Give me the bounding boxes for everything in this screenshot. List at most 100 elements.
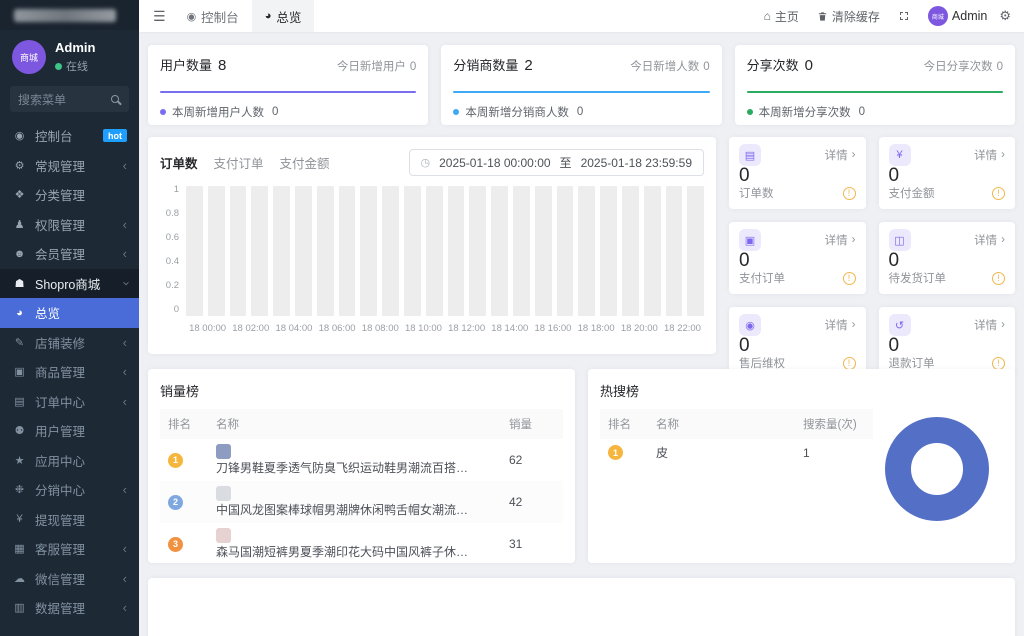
stat-box-header: ↺ 详情 › <box>888 314 1005 336</box>
sidebar-item-user-manage[interactable]: ⚉ 用户管理 <box>0 416 139 446</box>
legend-dot-icon <box>160 109 166 115</box>
chevron-right-icon: › <box>1001 234 1005 246</box>
chart-bar <box>643 186 661 316</box>
legend-value: 0 <box>576 106 584 118</box>
legend: 本周新增分享次数 0 <box>746 104 1003 120</box>
user-panel[interactable]: 商城 Admin 在线 <box>0 30 139 84</box>
sales-value: 31 <box>509 537 523 551</box>
sidebar-item-goods-manage[interactable]: ▣ 商品管理 ‹ <box>0 357 139 387</box>
product-thumbnail <box>216 528 231 543</box>
sidebar-item-order-center[interactable]: ▤ 订单中心 ‹ <box>0 387 139 417</box>
sidebar-item-label: 总览 <box>35 307 61 322</box>
content: 用户数量 8 今日新增用户 0 本周新增用户人数 0 分销商数量 2 今日新增人数 0 本周新增分销… <box>139 32 1024 636</box>
sidebar-item-category-manage[interactable]: ❖ 分类管理 <box>0 180 139 210</box>
detail-label: 详情 <box>974 320 998 332</box>
search-menu-input[interactable]: 搜索菜单 <box>10 86 129 112</box>
app-center-icon: ★ <box>14 454 25 467</box>
warning-icon[interactable]: ! <box>992 271 1005 285</box>
warning-icon[interactable]: ! <box>842 186 856 200</box>
table-row: 1 皮 1 <box>600 439 873 466</box>
x-tick-label: 18 02:00 <box>232 323 270 334</box>
home-link[interactable]: ⌂ 主页 <box>755 8 808 25</box>
today-new-label: 今日分享次数 <box>923 61 993 73</box>
order-chart-yaxis: 1 0.8 0.6 0.4 0.2 0 <box>160 185 186 316</box>
sidebar-item-console[interactable]: ◉ 控制台 hot <box>0 121 139 151</box>
chart-bar <box>229 186 247 316</box>
product-name[interactable]: 中国风龙图案棒球帽男潮牌休闲鸭舌帽女潮流百搭防晒遮阳太阳帽子 <box>216 501 474 518</box>
summary-card-value: 0 <box>804 57 814 74</box>
date-range-picker[interactable]: ◷ 2025-01-18 00:00:00 至 2025-01-18 23:59… <box>408 149 704 176</box>
order-chart-xaxis: 18 00:00 18 02:00 18 04:00 18 06:00 18 08:00… <box>186 323 704 334</box>
stat-box-footer: 待发货订单! <box>889 270 1005 286</box>
date-start-value[interactable]: 2025-01-18 00:00:00 <box>439 156 550 170</box>
data-manage-icon: ▥ <box>14 602 25 615</box>
settings-gear-icon[interactable]: ⚙ <box>996 8 1014 24</box>
legend: 本周新增分销商人数 0 <box>453 104 709 120</box>
detail-link[interactable]: 详情 › <box>825 147 856 163</box>
sidebar-item-wechat-manage[interactable]: ☁ 微信管理 ‹ <box>0 564 139 594</box>
nav-tab-overview[interactable]: ◕ 总览 <box>251 0 315 32</box>
col-header: 排名 <box>600 409 648 439</box>
detail-link[interactable]: 详情 › <box>825 232 856 248</box>
detail-link[interactable]: 详情 › <box>974 232 1005 248</box>
sidebar-item-app-center[interactable]: ★ 应用中心 <box>0 446 139 476</box>
sidebar-item-overview[interactable]: ◕ 总览 <box>0 298 139 328</box>
col-header: 销量 <box>501 409 563 439</box>
chevron-left-icon: ‹ <box>122 334 127 350</box>
sidebar-item-shop-decoration[interactable]: ✎ 店铺装修 ‹ <box>0 328 139 358</box>
table-row: 3 森马国潮短裤男夏季潮印花大码中国风裤子休闲嘻哈潮流宽松五分裤 31 <box>160 523 563 563</box>
sidebar-item-distribution-center[interactable]: ❉ 分销中心 ‹ <box>0 475 139 505</box>
x-tick-label: 18 22:00 <box>663 323 701 334</box>
sidebar-item-shopro-mall[interactable]: ☗ Shopro商城 ‹ <box>0 268 139 298</box>
warning-icon[interactable]: ! <box>992 186 1005 200</box>
sidebar-item-data-manage[interactable]: ▥ 数据管理 ‹ <box>0 593 139 623</box>
detail-link[interactable]: 详情 › <box>974 317 1005 333</box>
chart-tab-1[interactable]: 支付订单 <box>214 153 264 172</box>
user-name: Admin <box>55 40 96 55</box>
chart-bar <box>578 186 596 316</box>
goods-manage-icon: ▣ <box>14 366 25 379</box>
fullscreen-button[interactable] <box>889 10 919 22</box>
product-name[interactable]: 森马国潮短裤男夏季潮印花大码中国风裤子休闲嘻哈潮流宽松五分裤 <box>216 543 474 560</box>
chevron-left-icon: ‹ <box>122 482 127 498</box>
chart-bar <box>600 186 617 316</box>
search-icon[interactable] <box>111 95 119 103</box>
sidebar-item-withdraw-manage[interactable]: ¥ 提现管理 <box>0 505 139 535</box>
detail-link[interactable]: 详情 › <box>825 317 856 333</box>
clear-cache-button[interactable]: 清除缓存 <box>808 8 889 25</box>
sidebar-item-label: 应用中心 <box>35 454 86 469</box>
home-icon: ⌂ <box>763 9 771 23</box>
sidebar-item-permission-manage[interactable]: ♟ 权限管理 ‹ <box>0 210 139 240</box>
chart-bar <box>621 186 639 316</box>
detail-link[interactable]: 详情 › <box>974 147 1005 163</box>
today-new-value: 0 <box>703 61 710 73</box>
sidebar-item-general-manage[interactable]: ⚙ 常规管理 ‹ <box>0 151 139 181</box>
logo-redacted <box>0 0 139 30</box>
product-name[interactable]: 刀锋男鞋夏季透气防臭飞织运动鞋男潮流百搭休闲网面跑步鞋大码46 <box>216 459 474 476</box>
nav-tab-console[interactable]: ◉ 控制台 <box>174 0 252 32</box>
date-end-value[interactable]: 2025-01-18 23:59:59 <box>581 156 692 170</box>
sidebar-item-service-manage[interactable]: ▦ 客服管理 ‹ <box>0 534 139 564</box>
chart-bar <box>382 186 399 316</box>
warning-icon[interactable]: ! <box>842 271 856 285</box>
topbar-user[interactable]: 商城 Admin <box>919 6 996 26</box>
rank-medal-icon: 3 <box>168 536 183 552</box>
x-tick-label: 18 00:00 <box>189 323 227 334</box>
chevron-left-icon: ‹ <box>122 157 127 173</box>
today-new: 今日新增人数 0 <box>630 58 709 74</box>
hot-search-body: 1 皮 1 <box>600 439 873 466</box>
chart-tab-2[interactable]: 支付金额 <box>280 153 330 172</box>
menu-toggle-icon[interactable]: ☰ <box>145 8 174 25</box>
chart-tab-0[interactable]: 订单数 <box>160 153 198 172</box>
x-tick-label: 18 06:00 <box>318 323 356 334</box>
warning-icon[interactable]: ! <box>842 356 856 370</box>
sidebar-item-label: 微信管理 <box>35 572 86 587</box>
trash-icon <box>817 11 828 22</box>
col-header: 排名 <box>160 409 208 439</box>
warning-icon[interactable]: ! <box>992 356 1005 370</box>
sidebar-item-member-manage[interactable]: ☻ 会员管理 ‹ <box>0 239 139 269</box>
sidebar-item-label: Shopro商城 <box>35 277 101 292</box>
sidebar-item-label: 分类管理 <box>35 189 86 204</box>
stat-box-order-count: ▤ 详情 › 0 订单数! <box>729 137 866 209</box>
tab-label: 总览 <box>276 10 302 25</box>
